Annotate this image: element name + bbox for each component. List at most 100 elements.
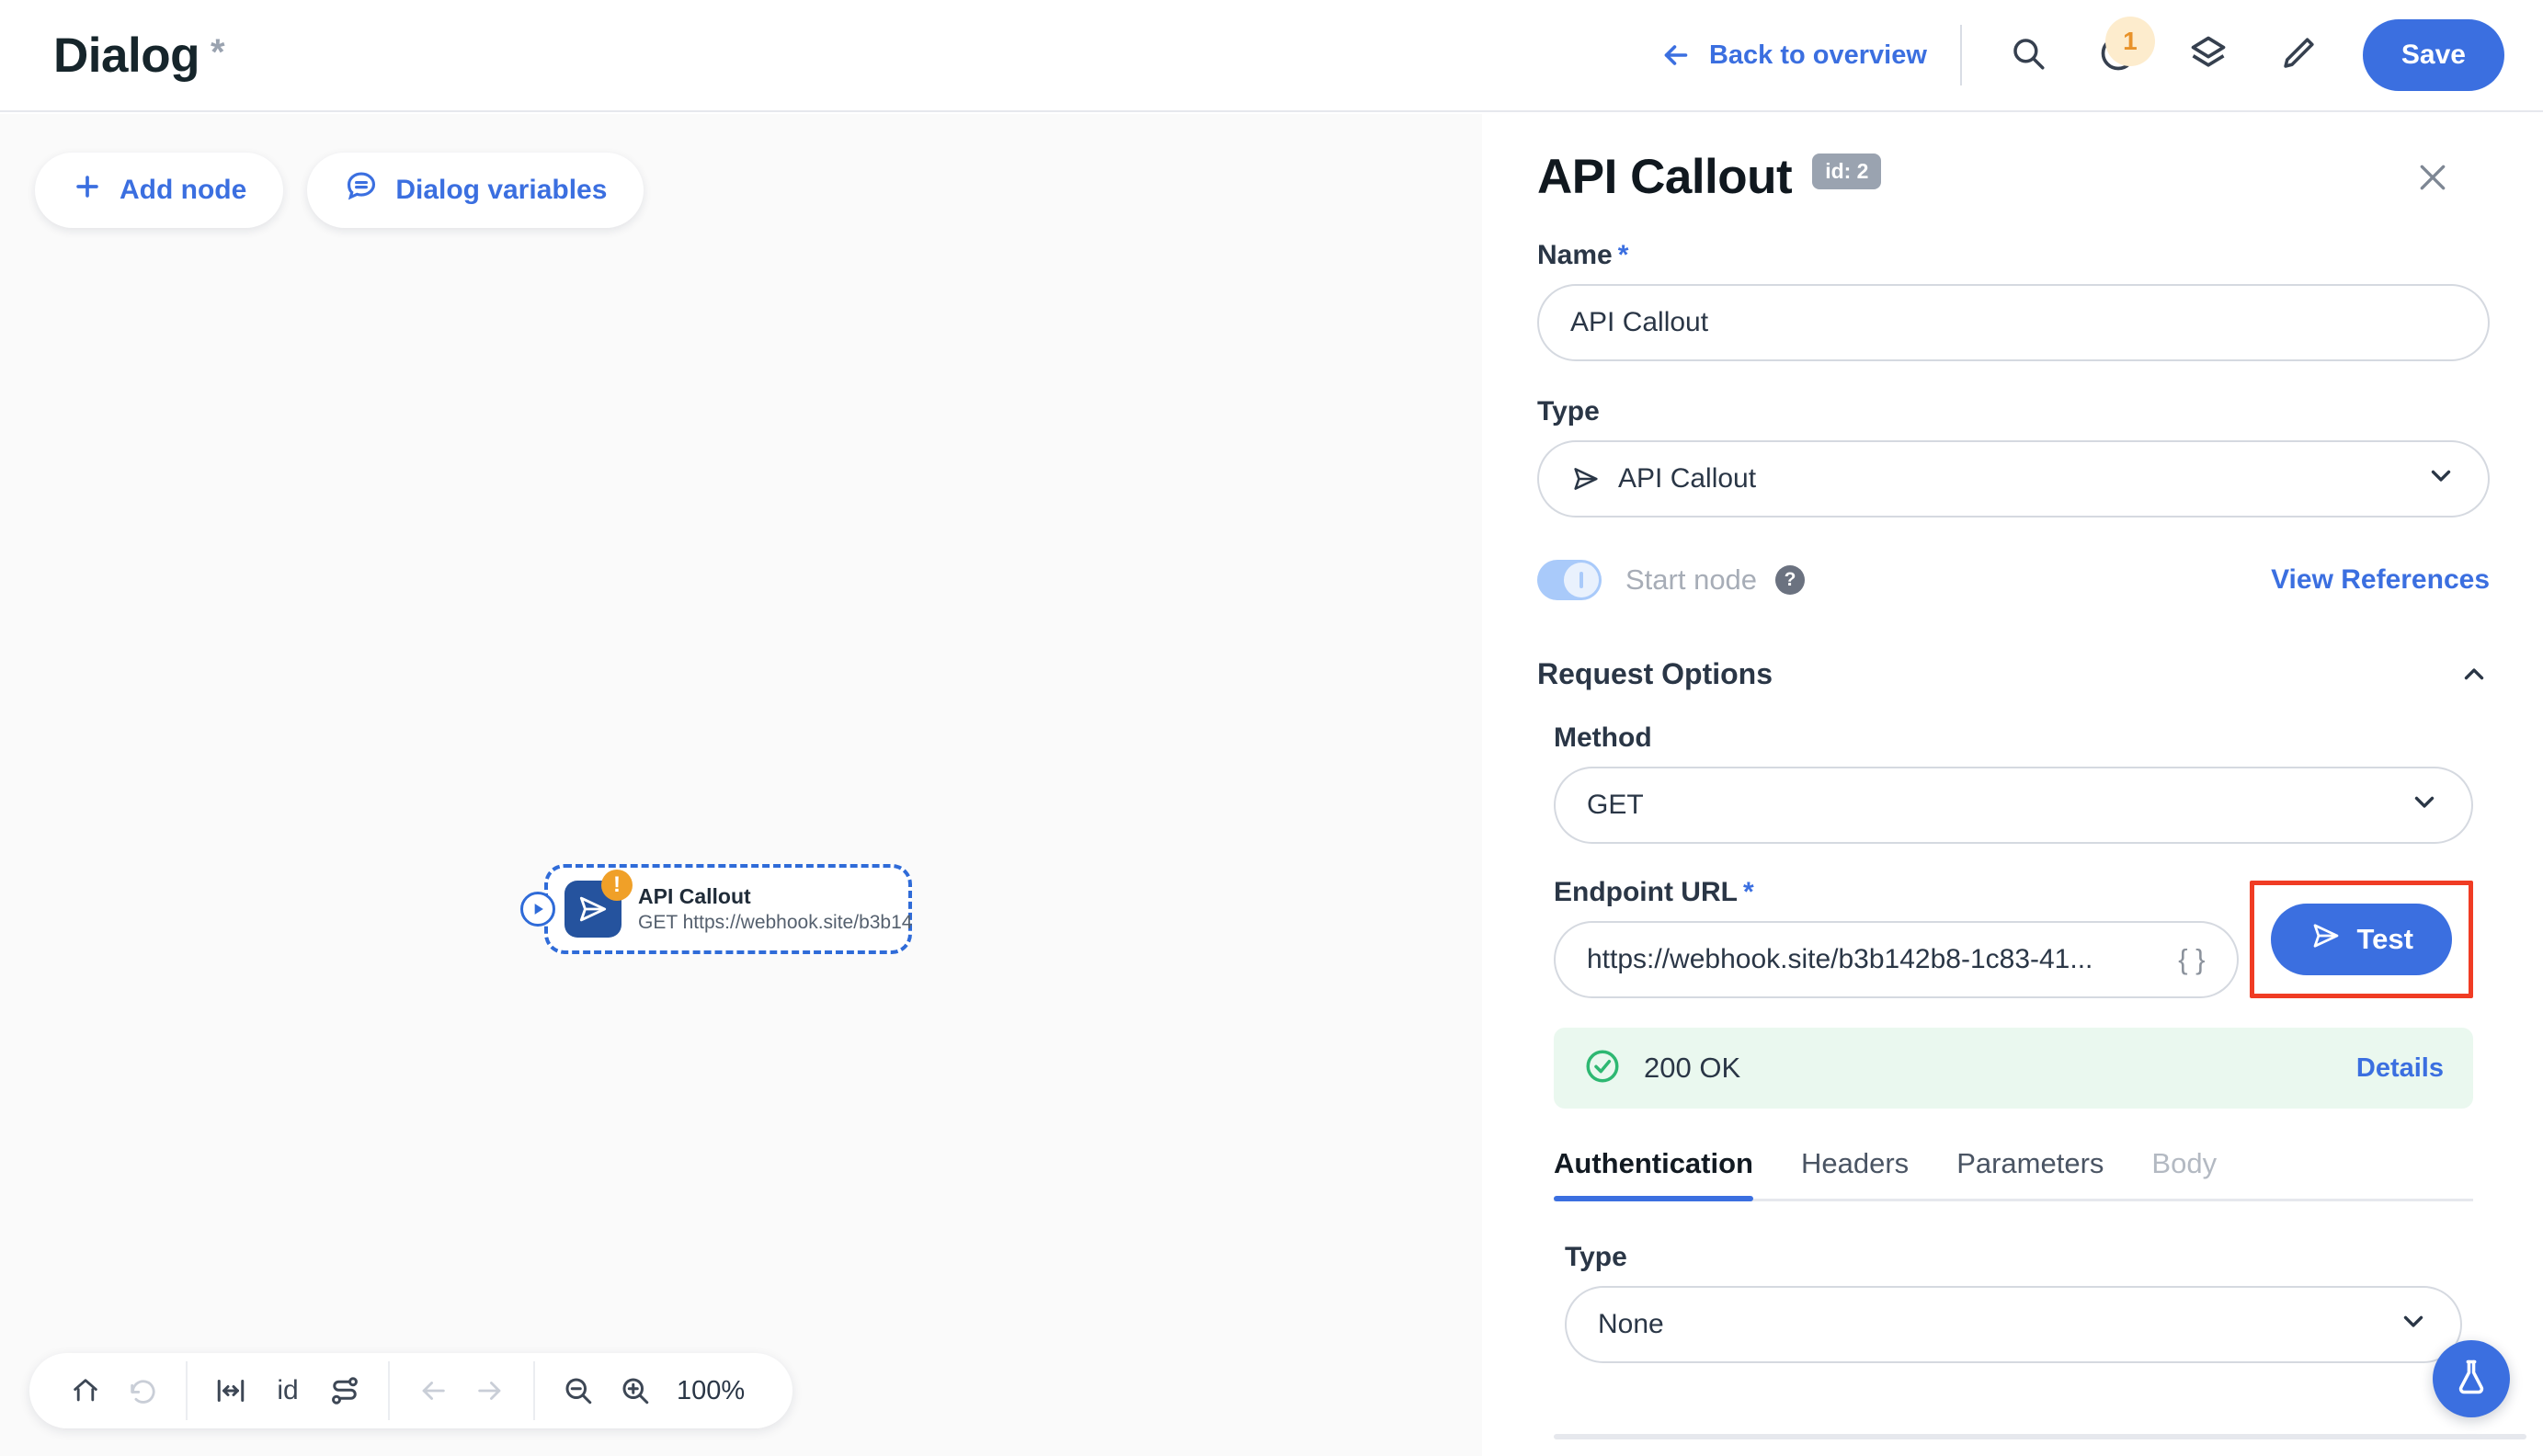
unsaved-marker: * <box>211 32 224 73</box>
status-details-link[interactable]: Details <box>2356 1053 2444 1084</box>
toolbar-group-layout: id <box>188 1353 388 1428</box>
request-options-section-header[interactable]: Request Options <box>1484 657 2543 691</box>
toggle-id-button[interactable]: id <box>259 1362 316 1419</box>
warnings-button[interactable]: 1 <box>2085 22 2151 88</box>
name-label-text: Name <box>1537 240 1613 271</box>
status-text: 200 OK <box>1644 1052 1740 1085</box>
test-lab-fab-button[interactable] <box>2433 1340 2510 1417</box>
api-callout-icon: ! <box>564 881 621 938</box>
endpoint-url-input[interactable]: https://webhook.site/b3b142b8-1c83-41...… <box>1554 921 2239 998</box>
endpoint-url-group: Endpoint URL * https://webhook.site/b3b1… <box>1554 877 2239 998</box>
start-node-label: Start node <box>1625 563 1757 597</box>
method-select[interactable]: GET <box>1554 767 2473 844</box>
toolbar-id-label: id <box>277 1375 298 1406</box>
home-button[interactable] <box>57 1362 114 1419</box>
top-header: Dialog * Back to overview 1 <box>0 0 2543 112</box>
canvas-toolbar: Add node Dialog variables <box>35 153 644 228</box>
variable-braces-icon[interactable]: { } <box>2178 943 2205 976</box>
back-to-overview-button[interactable]: Back to overview <box>1659 39 1927 72</box>
layers-icon <box>2188 33 2229 78</box>
method-field-group: Method GET <box>1484 722 2543 844</box>
flask-icon <box>2451 1357 2492 1402</box>
navigate-forward-button[interactable] <box>462 1362 519 1419</box>
name-field-group: Name * API Callout <box>1484 240 2543 361</box>
test-button-highlight-box: Test <box>2250 881 2473 998</box>
test-button[interactable]: Test <box>2271 904 2452 975</box>
toggle-knob <box>1564 563 1599 597</box>
auth-type-select-value: None <box>1598 1309 1664 1340</box>
name-input[interactable]: API Callout <box>1537 284 2490 361</box>
tab-authentication[interactable]: Authentication <box>1554 1147 1753 1199</box>
canvas-node-api-callout[interactable]: ! API Callout GET https://webhook.site/b… <box>544 864 912 954</box>
type-select-value: API Callout <box>1618 463 1756 495</box>
type-select[interactable]: API Callout <box>1537 440 2490 518</box>
search-icon <box>2009 34 2047 77</box>
auth-type-label-text: Type <box>1565 1242 1627 1273</box>
node-title: API Callout <box>638 883 912 910</box>
method-label-text: Method <box>1554 722 1652 754</box>
flow-canvas[interactable]: Add node Dialog variables ! API <box>0 114 1482 1456</box>
page-title: Dialog * <box>53 28 224 84</box>
endpoint-url-required-marker: * <box>1743 877 1754 908</box>
app-root: Dialog * Back to overview 1 <box>0 0 2543 1456</box>
auth-type-field-group: Type None <box>1484 1242 2543 1363</box>
node-id-badge: id: 2 <box>1812 154 1881 189</box>
zoom-in-button[interactable] <box>607 1362 664 1419</box>
endpoint-url-label-text: Endpoint URL <box>1554 877 1738 908</box>
chevron-down-icon <box>2409 786 2440 825</box>
tab-parameters[interactable]: Parameters <box>1956 1147 2104 1199</box>
layers-button[interactable] <box>2175 22 2241 88</box>
tab-headers[interactable]: Headers <box>1801 1147 1909 1199</box>
undo-button[interactable] <box>114 1362 171 1419</box>
back-to-overview-label: Back to overview <box>1709 40 1927 71</box>
chevron-down-icon <box>2398 1305 2429 1344</box>
fit-width-button[interactable] <box>202 1362 259 1419</box>
node-text-block: API Callout GET https://webhook.site/b3b… <box>638 883 912 935</box>
warning-count-badge: 1 <box>2105 17 2155 66</box>
type-label-text: Type <box>1537 396 1600 427</box>
plus-icon <box>72 171 103 210</box>
view-references-link[interactable]: View References <box>2271 564 2490 596</box>
auth-type-select[interactable]: None <box>1565 1286 2462 1363</box>
zoom-level-label: 100% <box>677 1376 745 1406</box>
request-tabs: Authentication Headers Parameters Body <box>1554 1147 2473 1201</box>
node-warning-badge: ! <box>601 870 633 901</box>
page-title-text: Dialog <box>53 28 200 83</box>
api-callout-type-icon <box>1570 463 1602 495</box>
tab-body[interactable]: Body <box>2151 1147 2217 1199</box>
edit-button[interactable] <box>2265 22 2332 88</box>
start-node-toggle[interactable] <box>1537 560 1602 600</box>
close-panel-button[interactable] <box>2414 159 2451 196</box>
chat-variables-icon <box>344 169 379 211</box>
add-node-button[interactable]: Add node <box>35 153 283 228</box>
dialog-variables-label: Dialog variables <box>395 175 607 206</box>
header-actions: Back to overview 1 <box>1659 0 2543 110</box>
navigate-back-button[interactable] <box>405 1362 462 1419</box>
save-button[interactable]: Save <box>2363 19 2504 91</box>
start-node-row: Start node ? View References <box>1484 560 2543 600</box>
help-icon[interactable]: ? <box>1775 565 1805 595</box>
endpoint-url-label: Endpoint URL * <box>1554 877 2239 908</box>
test-button-label: Test <box>2357 923 2413 956</box>
pencil-icon <box>2279 34 2318 77</box>
canvas-bottom-toolbar: id <box>29 1353 793 1428</box>
type-label: Type <box>1537 396 2490 427</box>
toolbar-group-view <box>42 1353 186 1428</box>
chevron-down-icon <box>2425 460 2457 498</box>
request-options-title: Request Options <box>1537 657 1773 691</box>
node-content: ! API Callout GET https://webhook.site/b… <box>544 864 912 954</box>
toolbar-group-history <box>390 1353 533 1428</box>
auth-type-label: Type <box>1565 1242 2462 1273</box>
dialog-variables-button[interactable]: Dialog variables <box>307 153 644 228</box>
panel-title: API Callout <box>1537 149 1792 205</box>
zoom-out-button[interactable] <box>550 1362 607 1419</box>
name-label: Name * <box>1537 240 2490 271</box>
success-check-icon <box>1583 1047 1622 1090</box>
auto-layout-button[interactable] <box>316 1362 373 1419</box>
name-required-marker: * <box>1618 240 1629 271</box>
send-icon <box>2309 919 2343 960</box>
name-input-value: API Callout <box>1570 307 1708 338</box>
node-subtitle: GET https://webhook.site/b3b142b8 <box>638 910 912 935</box>
header-divider <box>1960 25 1962 85</box>
search-button[interactable] <box>1995 22 2061 88</box>
